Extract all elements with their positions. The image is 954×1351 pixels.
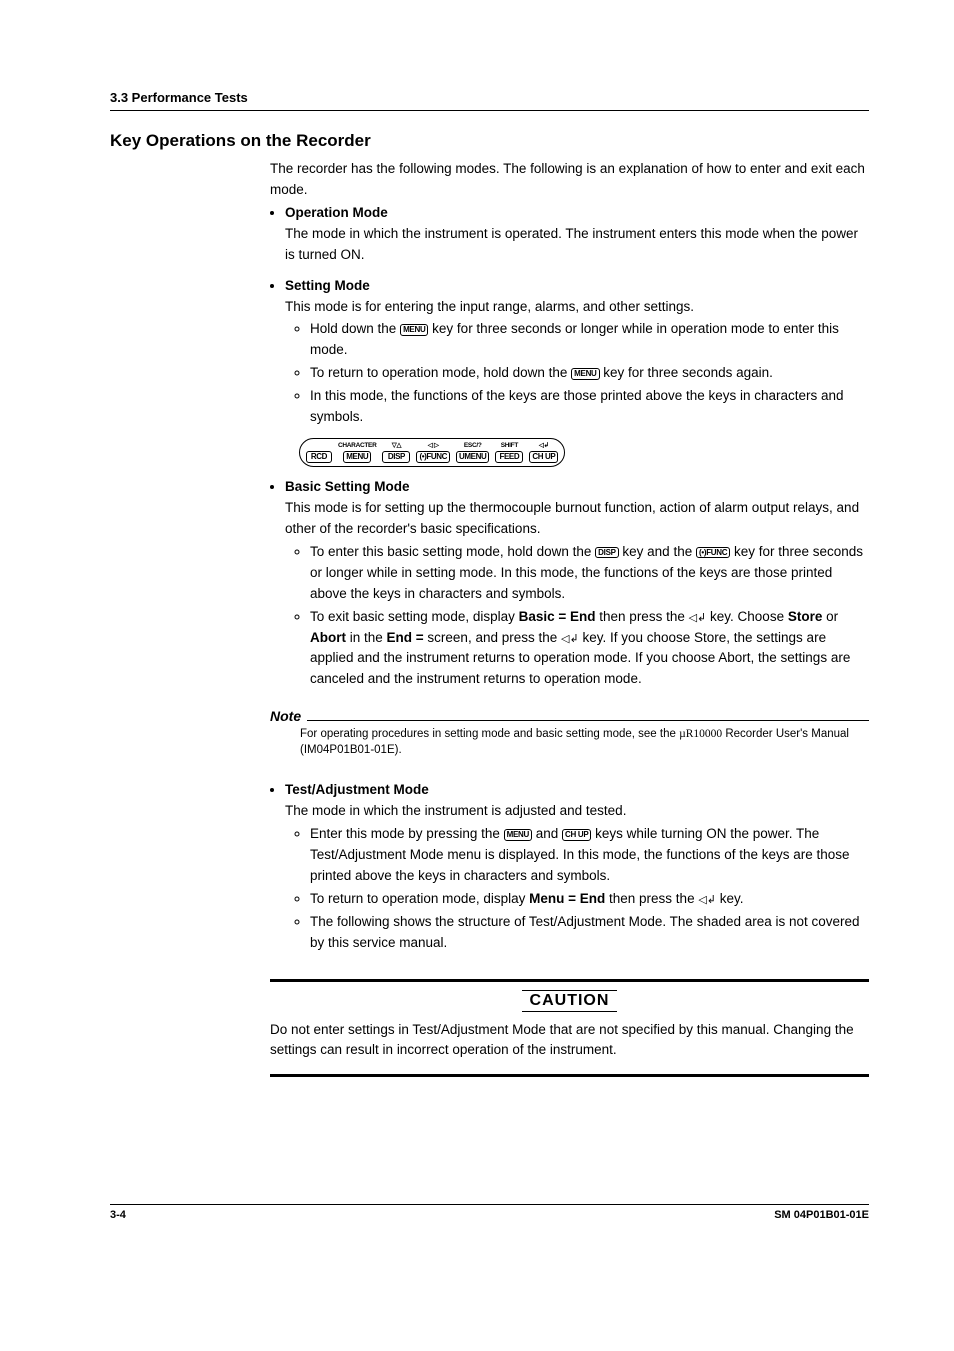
t: To return to operation mode, display [310,891,529,906]
page-title: Key Operations on the Recorder [110,131,869,151]
kd-key-rcd: RCD [306,451,332,463]
note-header: Note [270,708,869,724]
mode-setting: Setting Mode This mode is for entering t… [285,276,869,467]
caution-label: CAUTION [522,990,618,1012]
t: then press the [605,891,698,906]
t: Basic = End [519,609,596,624]
t: key and the [619,544,696,559]
t: Menu = End [529,891,605,906]
t: key. [716,891,744,906]
mode-basic-b1: To enter this basic setting mode, hold d… [310,542,869,605]
mode-basic-b2: To exit basic setting mode, display Basi… [310,607,869,691]
menu-key-icon: MENU [571,368,599,380]
t: Abort [310,630,346,645]
t: To return to operation mode, hold down t… [310,365,571,380]
mode-basic: Basic Setting Mode This mode is for sett… [285,477,869,690]
t: Hold down the [310,321,400,336]
t: µR10000 [679,728,722,740]
t: End = [387,630,424,645]
page-footer: 3-4 SM 04P01B01-01E [110,1204,869,1221]
mode-test-desc: The mode in which the instrument is adju… [285,803,626,818]
t: or [822,609,838,624]
mode-basic-desc: This mode is for setting up the thermoco… [285,500,859,536]
disp-key-icon: DISP [595,547,618,559]
func-key-icon: (•)FUNC [696,547,730,559]
mode-set-title: Setting Mode [285,278,370,293]
t: key for three seconds again. [600,365,773,380]
caution-text: Do not enter settings in Test/Adjustment… [270,1020,869,1075]
note-label: Note [270,708,301,724]
mode-set-b3: In this mode, the functions of the keys … [310,386,869,428]
kd-lbl: SHIFT [501,441,518,451]
t: Store [788,609,823,624]
kd-key-func: (•)FUNC [416,451,450,463]
note-body: For operating procedures in setting mode… [300,726,869,758]
mode-op-desc: The mode in which the instrument is oper… [285,226,858,262]
kd-lbl: ◁ ▷ [428,441,439,451]
t: and [532,826,562,841]
mode-test: Test/Adjustment Mode The mode in which t… [285,780,869,953]
mode-test-title: Test/Adjustment Mode [285,782,429,797]
kd-key-menu: MENU [343,451,371,463]
t: then press the [596,609,689,624]
mode-set-b1: Hold down the MENU key for three seconds… [310,319,869,361]
kd-lbl: ▽△ [392,441,401,451]
mode-test-b2: To return to operation mode, display Men… [310,889,869,910]
note-divider [307,720,869,721]
divider [270,979,869,982]
menu-key-icon: MENU [400,324,428,336]
enter-icon: ◁↲ [561,633,579,645]
t: key. Choose [706,609,788,624]
kd-key-chup: CH UP [529,451,558,463]
enter-icon: ◁↲ [698,894,716,906]
divider [270,1074,869,1077]
mode-test-b1: Enter this mode by pressing the MENU and… [310,824,869,887]
t: Enter this mode by pressing the [310,826,504,841]
mode-basic-title: Basic Setting Mode [285,479,410,494]
page-number: 3-4 [110,1209,126,1221]
header-section: 3.3 Performance Tests [110,90,869,111]
kd-lbl: ◁↲ [539,441,549,451]
caution-box: CAUTION Do not enter settings in Test/Ad… [270,979,869,1078]
doc-id: SM 04P01B01-01E [774,1209,869,1221]
kd-key-feed: FEED [495,451,523,463]
intro-text: The recorder has the following modes. Th… [270,161,865,197]
key-diagram: RCD CHARACTERMENU ▽△DISP ◁ ▷(•)FUNC ESC/… [299,438,869,467]
t: To enter this basic setting mode, hold d… [310,544,595,559]
kd-key-umenu: UMENU [456,451,489,463]
menu-key-icon: MENU [504,829,532,841]
t: in the [346,630,387,645]
mode-op-title: Operation Mode [285,205,388,220]
kd-key-disp: DISP [382,451,410,463]
mode-test-b3: The following shows the structure of Tes… [310,912,869,954]
mode-set-desc: This mode is for entering the input rang… [285,299,694,314]
mode-operation: Operation Mode The mode in which the ins… [285,203,869,266]
kd-lbl: CHARACTER [338,441,376,451]
t: screen, and press the [424,630,561,645]
kd-lbl: ESC/? [464,441,482,451]
chup-key-icon: CH UP [562,829,591,841]
enter-icon: ◁↲ [689,612,707,624]
t: To exit basic setting mode, display [310,609,519,624]
mode-set-b2: To return to operation mode, hold down t… [310,363,869,384]
t: For operating procedures in setting mode… [300,728,679,740]
